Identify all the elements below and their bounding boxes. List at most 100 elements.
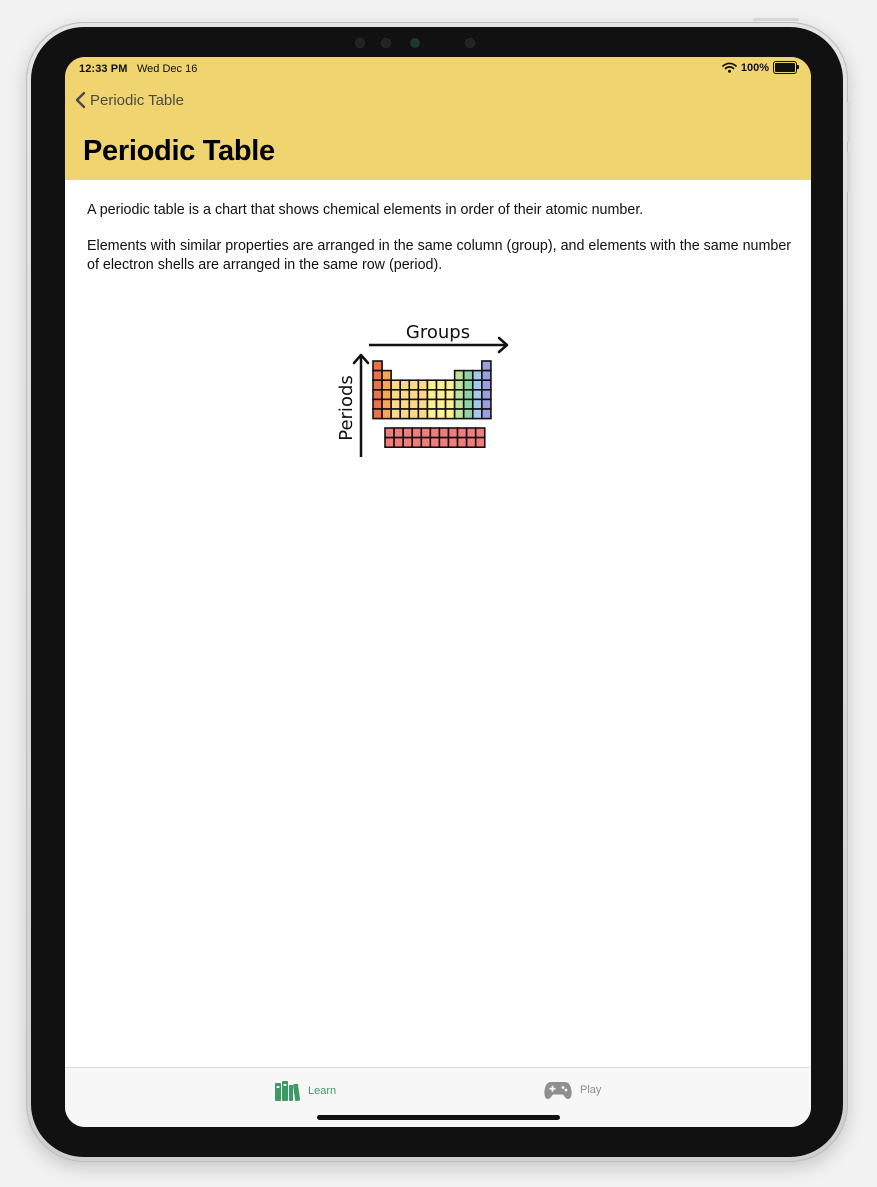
element-cell [438,427,450,439]
element-cell [381,369,392,381]
element-cell [474,427,486,439]
element-cell [453,398,465,410]
element-cell [471,369,483,381]
element-cell [381,398,392,410]
tab-learn-label: Learn [308,1085,337,1097]
element-cell [456,436,468,448]
home-indicator [317,1115,560,1120]
element-cell [411,427,423,439]
element-cell [453,389,465,401]
element-cell [372,360,383,372]
element-cell [481,389,492,401]
element-cell [474,436,486,448]
element-cell [429,427,441,439]
content-body: A periodic table is a chart that shows c… [87,201,797,292]
battery-percentage: 100% [740,61,769,74]
element-cell [408,379,420,391]
navigation-header: 12:33 PM Wed Dec 16 100% Periodic Table … [65,57,811,180]
element-cell [417,408,429,420]
tab-learn[interactable]: Learn [274,1080,336,1102]
element-cell [417,379,429,391]
element-cell [481,379,492,391]
top-button [753,18,799,21]
element-cell [390,408,402,420]
periods-label: Periods [336,375,357,441]
element-cell [447,427,459,439]
page-title: Periodic Table [83,135,275,167]
element-cell [462,369,474,381]
element-cell [372,398,383,410]
element-cell [435,379,447,391]
back-button[interactable]: Periodic Table [75,91,184,109]
books-icon [275,1081,300,1102]
element-cell [384,436,395,448]
element-cell [471,398,483,410]
element-cell [384,427,395,439]
element-cell [372,389,383,401]
element-cell [381,379,392,391]
volume-up-button [847,102,850,142]
element-cell [462,398,474,410]
element-cell [453,408,465,420]
screen: 12:33 PM Wed Dec 16 100% Periodic Table … [65,57,811,1127]
element-cell [481,408,492,420]
element-cell [426,379,438,391]
element-cell [408,398,420,410]
element-cell [435,408,447,420]
element-cell [462,379,474,391]
element-cell [399,398,411,410]
element-cell [390,398,402,410]
f-block-grid [384,427,486,448]
chevron-left-icon [75,91,86,109]
element-cell [411,436,423,448]
sensor-dot [382,39,390,47]
volume-down-button [847,152,850,192]
element-cell [471,389,483,401]
element-cell [408,408,420,420]
camera-lens [411,39,419,47]
periodic-table-grid [372,360,492,420]
element-cell [435,398,447,410]
element-cell [372,379,383,391]
element-cell [420,427,432,439]
element-cell [481,369,492,381]
element-cell [399,379,411,391]
element-cell [462,389,474,401]
element-cell [381,408,392,420]
sensor-dot [466,39,474,47]
element-cell [438,436,450,448]
element-cell [399,389,411,401]
element-cell [465,427,477,439]
periodic-table-illustration: Groups Periods [336,322,509,457]
element-cell [426,398,438,410]
element-cell [471,408,483,420]
element-cell [453,369,465,381]
element-cell [444,389,456,401]
paragraph: Elements with similar properties are arr… [87,238,792,273]
element-cell [426,389,438,401]
element-cell [471,379,483,391]
element-cell [447,436,459,448]
element-cell [435,389,447,401]
element-cell [426,408,438,420]
back-button-label: Periodic Table [90,91,184,109]
element-cell [393,436,404,448]
status-time: 12:33 PM [79,63,128,75]
element-cell [481,398,492,410]
element-cell [444,398,456,410]
element-cell [456,427,468,439]
element-cell [417,398,429,410]
element-cell [481,360,492,372]
element-cell [393,427,404,439]
element-cell [372,369,383,381]
paragraph: A periodic table is a chart that shows c… [87,202,644,218]
wifi-icon [722,62,737,73]
element-cell [402,427,414,439]
element-cell [399,408,411,420]
tab-play[interactable]: Play [544,1080,601,1100]
element-cell [465,436,477,448]
element-cell [381,389,392,401]
element-cell [372,408,383,420]
element-cell [420,436,432,448]
battery-icon [773,61,799,74]
